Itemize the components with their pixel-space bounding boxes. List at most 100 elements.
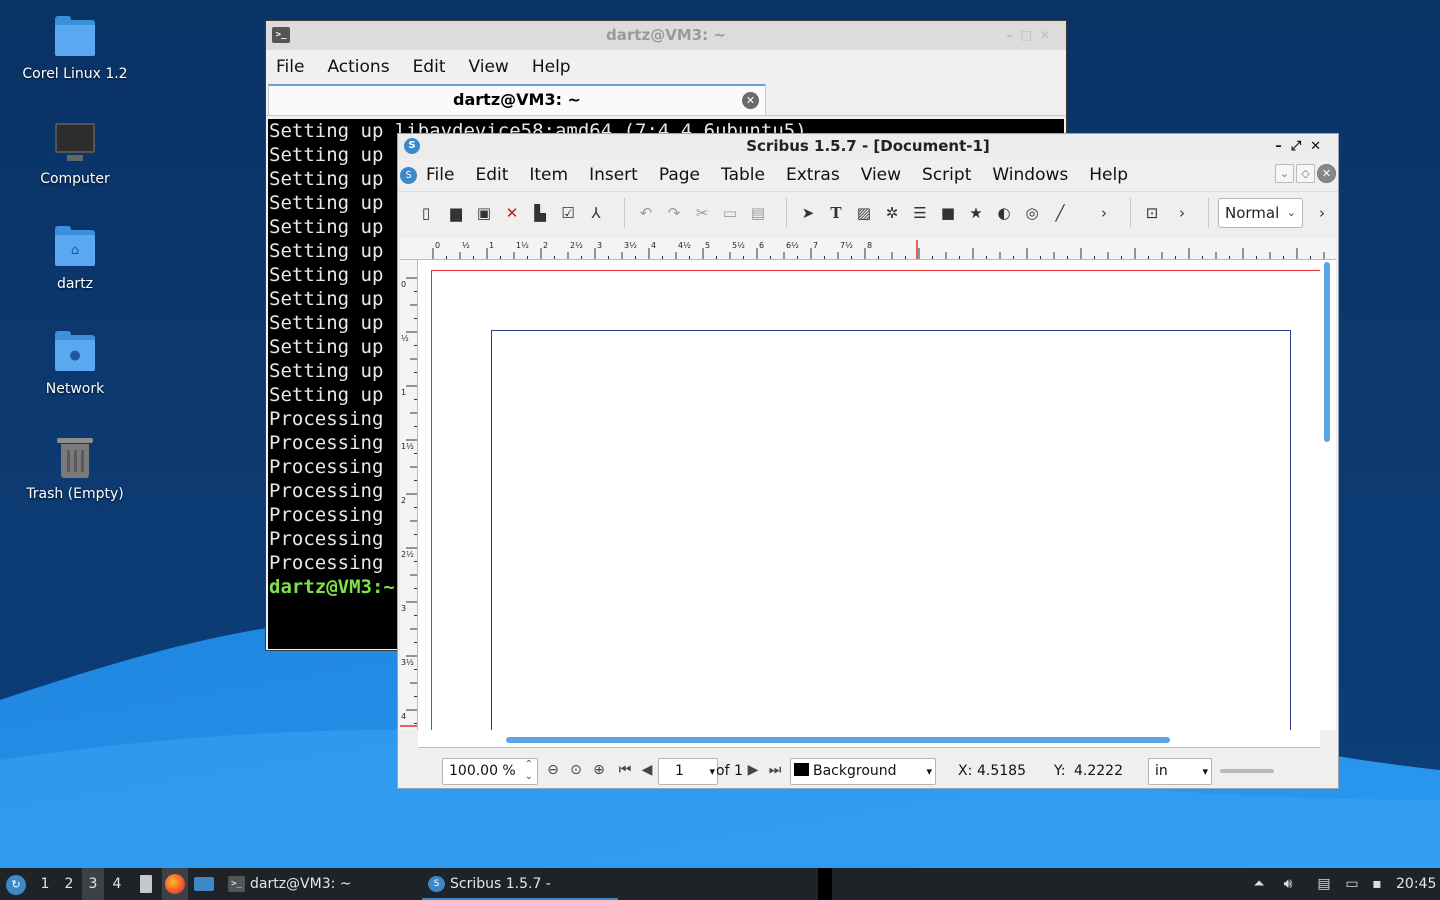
desktop-icon-corel-linux[interactable]: Corel Linux 1.2 [10, 16, 140, 82]
menu-windows[interactable]: Windows [992, 165, 1068, 185]
zoom-in-icon[interactable]: ⊕ [590, 761, 608, 779]
task-terminal[interactable]: >_ dartz@VM3: ~ [222, 868, 418, 900]
table-icon[interactable]: ☰ [910, 203, 930, 223]
menu-table[interactable]: Table [721, 165, 765, 185]
preview-mode-icon[interactable]: ⊡ [1142, 203, 1162, 223]
zoom-slider[interactable] [1220, 769, 1274, 773]
text-frame-icon[interactable]: T [826, 203, 846, 223]
tray-up-arrow-icon[interactable]: ⏶ [1250, 875, 1268, 893]
menu-file[interactable]: File [276, 57, 304, 77]
start-menu-button[interactable]: ↻ [6, 868, 26, 900]
quicklaunch-files[interactable] [136, 868, 156, 900]
menu-view[interactable]: View [468, 57, 508, 77]
scribus-window[interactable]: S Scribus 1.5.7 - [Document-1] –⤢✕ S Fil… [397, 133, 1339, 789]
scribus-logo-icon: S [404, 138, 420, 154]
spin-arrows-icon[interactable]: ⌃ ⌄ [525, 759, 533, 783]
next-page-icon[interactable]: ▶ [744, 761, 762, 779]
line-icon[interactable]: ╱ [1050, 203, 1070, 223]
menu-help[interactable]: Help [532, 57, 571, 77]
unit-dropdown-icon[interactable]: ▾ [1202, 759, 1208, 784]
desktop-icon-trash[interactable]: Trash (Empty) [10, 436, 140, 502]
vertical-scrollbar[interactable] [1320, 260, 1336, 730]
network-icon[interactable]: ▭ [1343, 875, 1361, 893]
toolbar-overflow-icon[interactable]: › [1172, 203, 1192, 223]
close-icon[interactable]: ✕ [502, 203, 522, 223]
select-pointer-icon[interactable]: ➤ [798, 203, 818, 223]
export-pdf-icon[interactable]: ⅄ [586, 203, 606, 223]
notification-icon[interactable]: ▪ [1368, 875, 1386, 893]
terminal-tab[interactable]: dartz@VM3: ~ ✕ [268, 84, 766, 116]
menu-help[interactable]: Help [1089, 165, 1128, 185]
page-number-field[interactable]: 1 ▾ [658, 758, 718, 785]
save-icon[interactable]: ▣ [474, 203, 494, 223]
document-canvas[interactable] [418, 260, 1320, 730]
print-icon[interactable]: ▙ [530, 203, 550, 223]
workspace-3[interactable]: 3 [82, 868, 104, 900]
copy-icon[interactable]: ▭ [720, 203, 740, 223]
zoom-field[interactable]: 100.00 % ⌃ ⌄ [442, 758, 538, 785]
menu-item[interactable]: Item [529, 165, 568, 185]
workspace-2[interactable]: 2 [58, 868, 80, 900]
minimize-document-icon[interactable]: ⌄ [1275, 164, 1294, 183]
last-page-icon[interactable]: ⏭ [766, 761, 784, 779]
image-frame-icon[interactable]: ▨ [854, 203, 874, 223]
undo-icon[interactable]: ↶ [636, 203, 656, 223]
toolbar-overflow-icon[interactable]: › [1094, 203, 1114, 223]
unit-select[interactable]: in ▾ [1148, 758, 1212, 785]
preflight-check-icon[interactable]: ☑ [558, 203, 578, 223]
new-document-icon[interactable]: ▯ [416, 203, 436, 223]
workspace-1[interactable]: 1 [34, 868, 56, 900]
open-document-icon[interactable]: ▆ [446, 203, 466, 223]
horizontal-scrollbar[interactable] [418, 730, 1320, 748]
close-document-icon[interactable]: ✕ [1317, 164, 1336, 183]
desktop-icon-home[interactable]: ⌂ dartz [10, 226, 140, 292]
menu-insert[interactable]: Insert [589, 165, 638, 185]
workspace-4[interactable]: 4 [106, 868, 128, 900]
paste-icon[interactable]: ▤ [748, 203, 768, 223]
menu-file[interactable]: File [426, 165, 454, 185]
close-tab-icon[interactable]: ✕ [742, 92, 759, 109]
menu-extras[interactable]: Extras [786, 165, 840, 185]
vertical-scrollbar-thumb[interactable] [1324, 262, 1330, 442]
ruler-label: 1½ [516, 241, 529, 250]
scribus-titlebar[interactable]: S Scribus 1.5.7 - [Document-1] –⤢✕ [398, 134, 1338, 159]
vertical-ruler[interactable]: 0 ½ 1 1½ 2 2½ 3 3½ 4 [400, 260, 418, 730]
task-scribus[interactable]: S Scribus 1.5.7 - [Docum... [422, 868, 618, 900]
first-page-icon[interactable]: ⏮ [616, 761, 634, 779]
desktop-icon-label: Computer [40, 171, 110, 187]
polygon-icon[interactable]: ★ [966, 203, 986, 223]
clock[interactable]: 20:45 [1396, 868, 1436, 900]
spiral-icon[interactable]: ◎ [1022, 203, 1042, 223]
clipboard-icon[interactable]: ▤ [1315, 875, 1333, 893]
redo-icon[interactable]: ↷ [664, 203, 684, 223]
zoom-reset-icon[interactable]: ⊙ [567, 761, 585, 779]
quicklaunch-show-desktop[interactable] [192, 868, 216, 900]
restore-document-icon[interactable]: ◇ [1296, 164, 1315, 183]
desktop-icon-network[interactable]: ● Network [10, 331, 140, 397]
zoom-out-icon[interactable]: ⊖ [544, 761, 562, 779]
menu-actions[interactable]: Actions [327, 57, 389, 77]
menu-edit[interactable]: Edit [413, 57, 446, 77]
desktop-icon-computer[interactable]: Computer [10, 121, 140, 187]
cut-icon[interactable]: ✂ [692, 203, 712, 223]
window-controls[interactable]: –⤢✕ [1275, 134, 1330, 159]
image-mode-select[interactable]: Normal ⌄ [1218, 198, 1303, 228]
page-number-dropdown-icon[interactable]: ▾ [709, 759, 715, 784]
render-frame-icon[interactable]: ✲ [882, 203, 902, 223]
previous-page-icon[interactable]: ◀ [638, 761, 656, 779]
terminal-titlebar[interactable]: >_ dartz@VM3: ~ –□✕ [266, 21, 1066, 50]
volume-icon[interactable]: 🔊︎ [1279, 875, 1297, 893]
shape-icon[interactable]: ■ [938, 203, 958, 223]
window-controls[interactable]: –□✕ [1007, 21, 1058, 50]
layer-dropdown-icon[interactable]: ▾ [926, 759, 932, 784]
horizontal-ruler[interactable]: 0 ½ 1 1½ 2 2½ 3 3½ 4 4½ 5 5½ 6 6½ 7 7½ 8 [400, 238, 1336, 260]
arc-icon[interactable]: ◐ [994, 203, 1014, 223]
layer-select[interactable]: Background ▾ [790, 758, 936, 785]
toolbar-overflow-icon[interactable]: › [1312, 203, 1332, 223]
quicklaunch-firefox[interactable] [162, 868, 188, 900]
menu-page[interactable]: Page [659, 165, 700, 185]
menu-edit[interactable]: Edit [475, 165, 508, 185]
menu-view[interactable]: View [861, 165, 901, 185]
horizontal-scrollbar-thumb[interactable] [506, 737, 1170, 743]
menu-script[interactable]: Script [922, 165, 971, 185]
